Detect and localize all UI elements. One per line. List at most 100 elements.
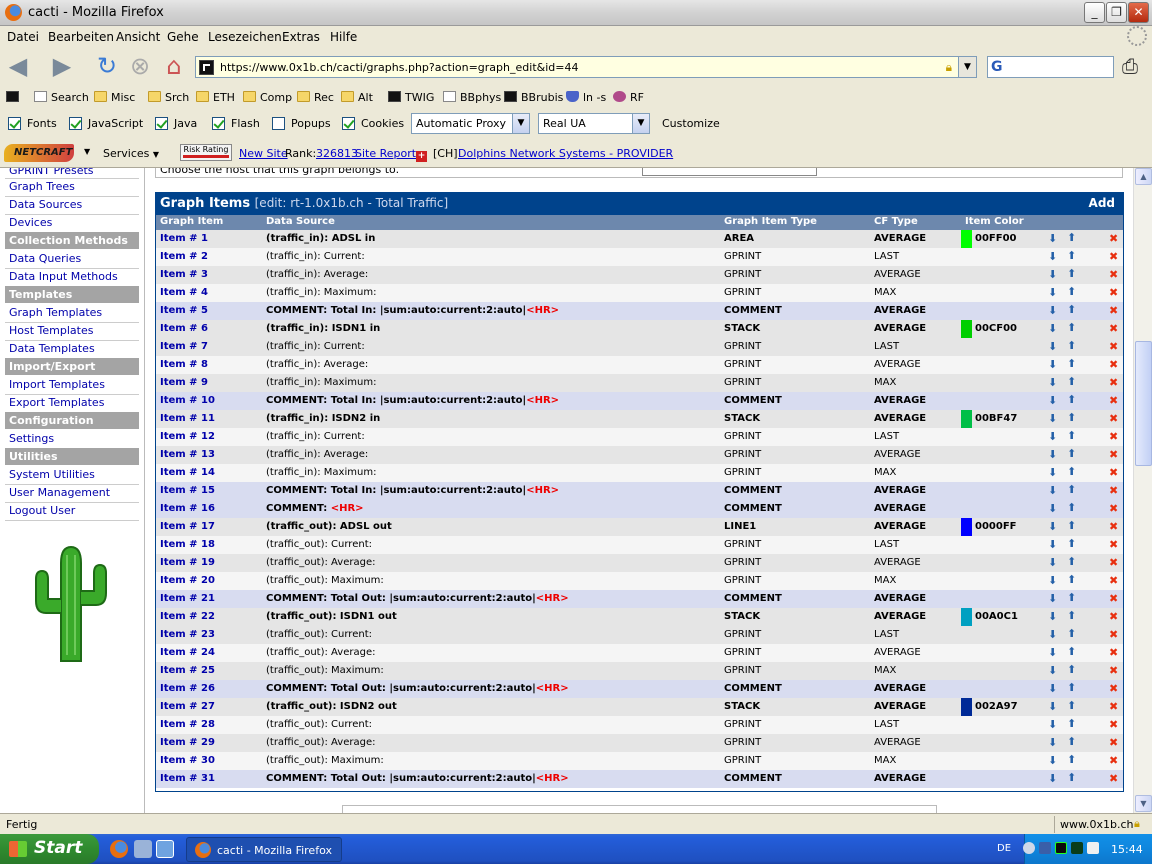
move-down-icon[interactable]: ⬇ <box>1048 700 1057 713</box>
move-down-icon[interactable]: ⬇ <box>1048 664 1057 677</box>
move-up-icon[interactable]: ⬆ <box>1067 393 1076 406</box>
delete-icon[interactable]: ✖ <box>1109 736 1118 749</box>
move-down-icon[interactable]: ⬇ <box>1048 682 1057 695</box>
bookmark-bbphys[interactable]: BBphys <box>443 91 501 104</box>
move-down-icon[interactable]: ⬇ <box>1048 646 1057 659</box>
tray-arrow-icon[interactable] <box>1023 842 1035 854</box>
item-link[interactable]: Item # 30 <box>160 755 215 766</box>
item-link[interactable]: Item # 9 <box>160 377 208 388</box>
move-up-icon[interactable]: ⬆ <box>1067 465 1076 478</box>
move-up-icon[interactable]: ⬆ <box>1067 573 1076 586</box>
sidebar-item-graph-trees[interactable]: Graph Trees <box>9 180 75 193</box>
delete-icon[interactable]: ✖ <box>1109 754 1118 767</box>
move-down-icon[interactable]: ⬇ <box>1048 754 1057 767</box>
item-link[interactable]: Item # 8 <box>160 359 208 370</box>
scroll-down-icon[interactable]: ▼ <box>1135 795 1152 812</box>
move-up-icon[interactable]: ⬆ <box>1067 771 1076 784</box>
url-bar[interactable]: https://www.0x1b.ch/cacti/graphs.php?act… <box>195 56 977 78</box>
url-dropdown[interactable]: ▼ <box>958 57 976 77</box>
move-down-icon[interactable]: ⬇ <box>1048 376 1057 389</box>
move-down-icon[interactable]: ⬇ <box>1048 250 1057 263</box>
javascript-checkbox[interactable]: JavaScript <box>69 117 143 130</box>
delete-icon[interactable]: ✖ <box>1109 484 1118 497</box>
bookmark-bbrubis[interactable]: BBrubis <box>504 91 563 104</box>
netcraft-logo[interactable]: NETCRAFT <box>4 144 74 162</box>
sidebar-item-gprint-presets[interactable]: GPRINT Presets <box>9 168 94 177</box>
move-up-icon[interactable]: ⬆ <box>1067 717 1076 730</box>
item-link[interactable]: Item # 7 <box>160 341 208 352</box>
move-down-icon[interactable]: ⬇ <box>1048 394 1057 407</box>
item-link[interactable]: Item # 4 <box>160 287 208 298</box>
language-indicator[interactable]: DE <box>997 843 1011 854</box>
delete-icon[interactable]: ✖ <box>1109 574 1118 587</box>
item-link[interactable]: Item # 1 <box>160 233 208 244</box>
taskbar-item-firefox[interactable]: cacti - Mozilla Firefox <box>186 837 342 862</box>
flash-checkbox[interactable]: Flash <box>212 117 260 130</box>
delete-icon[interactable]: ✖ <box>1109 592 1118 605</box>
move-up-icon[interactable]: ⬆ <box>1067 231 1076 244</box>
item-link[interactable]: Item # 6 <box>160 323 208 334</box>
move-up-icon[interactable]: ⬆ <box>1067 267 1076 280</box>
delete-icon[interactable]: ✖ <box>1109 250 1118 263</box>
java-checkbox[interactable]: Java <box>155 117 197 130</box>
back-icon[interactable]: ◀ <box>4 52 32 80</box>
delete-icon[interactable]: ✖ <box>1109 286 1118 299</box>
move-down-icon[interactable]: ⬇ <box>1048 772 1057 785</box>
scroll-up-icon[interactable]: ▲ <box>1135 168 1152 185</box>
menu-extras[interactable]: Extras <box>282 30 320 44</box>
rank-link[interactable]: 326813 <box>316 147 358 160</box>
fonts-checkbox[interactable]: Fonts <box>8 117 57 130</box>
delete-icon[interactable]: ✖ <box>1109 340 1118 353</box>
move-down-icon[interactable]: ⬇ <box>1048 736 1057 749</box>
quicklaunch-network-icon[interactable] <box>134 840 152 858</box>
home-icon[interactable]: ⌂ <box>160 52 188 80</box>
item-link[interactable]: Item # 22 <box>160 611 215 622</box>
move-down-icon[interactable]: ⬇ <box>1048 232 1057 245</box>
menu-gehe[interactable]: Gehe <box>167 30 199 44</box>
item-link[interactable]: Item # 3 <box>160 269 208 280</box>
bookmarks-icon[interactable] <box>6 91 23 104</box>
sidebar-item-data-templates[interactable]: Data Templates <box>9 342 95 355</box>
tray-network-icon[interactable] <box>1039 842 1051 854</box>
bookmark-comp[interactable]: Comp <box>243 91 292 104</box>
move-up-icon[interactable]: ⬆ <box>1067 537 1076 550</box>
sidebar-item-graph-templates[interactable]: Graph Templates <box>9 306 102 319</box>
move-up-icon[interactable]: ⬆ <box>1067 609 1076 622</box>
new-site-link[interactable]: New Site <box>239 147 288 160</box>
item-link[interactable]: Item # 27 <box>160 701 215 712</box>
useragent-select[interactable]: Real UA ▼ <box>538 113 650 134</box>
move-down-icon[interactable]: ⬇ <box>1048 484 1057 497</box>
lock-icon[interactable]: 🔒︎ <box>946 60 952 75</box>
move-up-icon[interactable]: ⬆ <box>1067 681 1076 694</box>
menu-lesezeichen[interactable]: Lesezeichen <box>208 30 282 44</box>
move-up-icon[interactable]: ⬆ <box>1067 321 1076 334</box>
forward-icon[interactable]: ▶ <box>48 52 76 80</box>
stop-icon[interactable]: ⊗ <box>126 52 154 80</box>
item-link[interactable]: Item # 23 <box>160 629 215 640</box>
vertical-scrollbar[interactable]: ▲ ▼ <box>1133 168 1152 813</box>
item-link[interactable]: Item # 17 <box>160 521 215 532</box>
move-up-icon[interactable]: ⬆ <box>1067 501 1076 514</box>
item-link[interactable]: Item # 10 <box>160 395 215 406</box>
item-link[interactable]: Item # 26 <box>160 683 215 694</box>
move-up-icon[interactable]: ⬆ <box>1067 699 1076 712</box>
bookmark-misc[interactable]: Misc <box>94 91 135 104</box>
move-down-icon[interactable]: ⬇ <box>1048 538 1057 551</box>
customize-button[interactable]: Customize <box>662 117 720 130</box>
move-down-icon[interactable]: ⬇ <box>1048 592 1057 605</box>
move-down-icon[interactable]: ⬇ <box>1048 520 1057 533</box>
delete-icon[interactable]: ✖ <box>1109 358 1118 371</box>
sidebar-item-system-utilities[interactable]: System Utilities <box>9 468 95 481</box>
reload-icon[interactable]: ↻ <box>93 52 121 80</box>
move-down-icon[interactable]: ⬇ <box>1048 556 1057 569</box>
move-up-icon[interactable]: ⬆ <box>1067 249 1076 262</box>
add-button[interactable]: Add <box>1089 196 1115 210</box>
sidebar-item-devices[interactable]: Devices <box>9 216 52 229</box>
move-up-icon[interactable]: ⬆ <box>1067 375 1076 388</box>
services-menu[interactable]: Services ▼ <box>103 147 159 160</box>
sidebar-item-host-templates[interactable]: Host Templates <box>9 324 93 337</box>
bookmark-eth[interactable]: ETH <box>196 91 235 104</box>
item-link[interactable]: Item # 20 <box>160 575 215 586</box>
host-select[interactable] <box>642 168 817 176</box>
sidebar-item-settings[interactable]: Settings <box>9 432 54 445</box>
